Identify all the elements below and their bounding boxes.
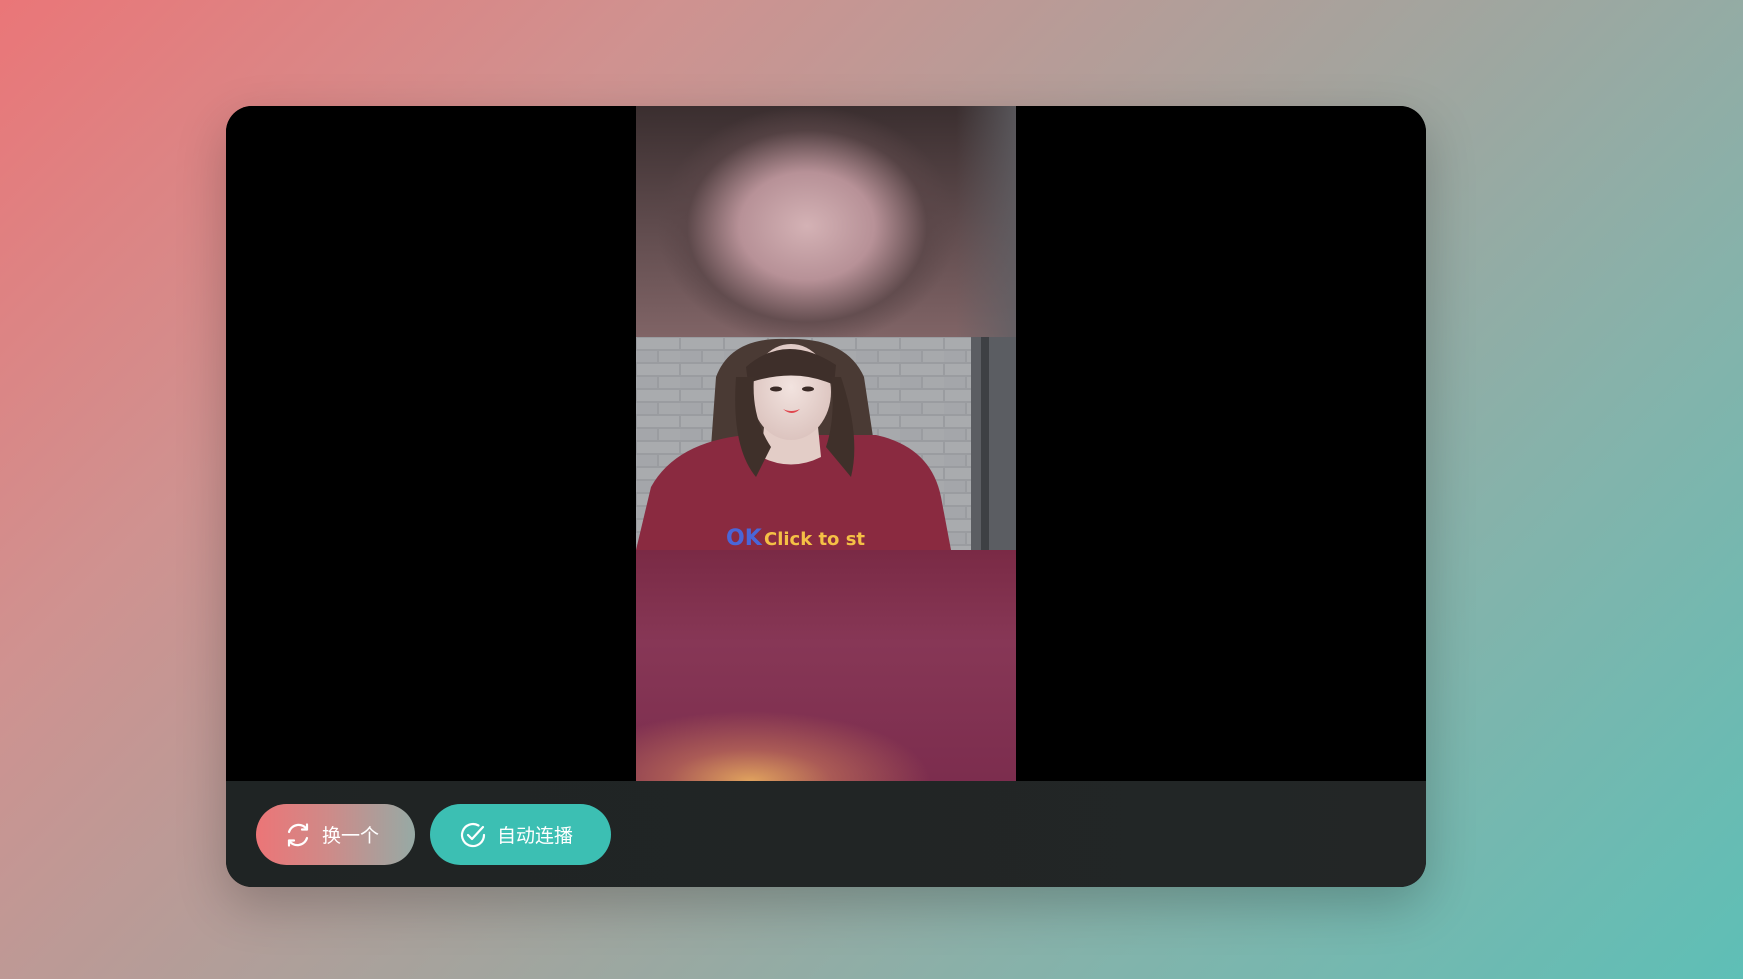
switch-video-label: 换一个 [322, 825, 380, 847]
refresh-icon [284, 821, 312, 849]
video-stage[interactable]: OK Click to st [226, 106, 1426, 781]
svg-text:Click to st: Click to st [764, 529, 865, 550]
svg-text:OK: OK [726, 526, 763, 550]
video-player-card: OK Click to st 换一个 自动连播 [226, 106, 1426, 887]
video-image: OK Click to st [636, 337, 1016, 550]
video-thumbnail[interactable]: OK Click to st [636, 337, 1016, 550]
autoplay-button[interactable]: 自动连播 [430, 804, 611, 865]
check-circle-icon [459, 821, 487, 849]
video-frame[interactable]: OK Click to st [636, 106, 1016, 781]
video-blur-top [636, 106, 1016, 337]
switch-video-button[interactable]: 换一个 [256, 804, 415, 865]
control-bar: 换一个 自动连播 [226, 781, 1426, 887]
video-blur-bottom [636, 550, 1016, 781]
autoplay-label: 自动连播 [497, 825, 574, 847]
